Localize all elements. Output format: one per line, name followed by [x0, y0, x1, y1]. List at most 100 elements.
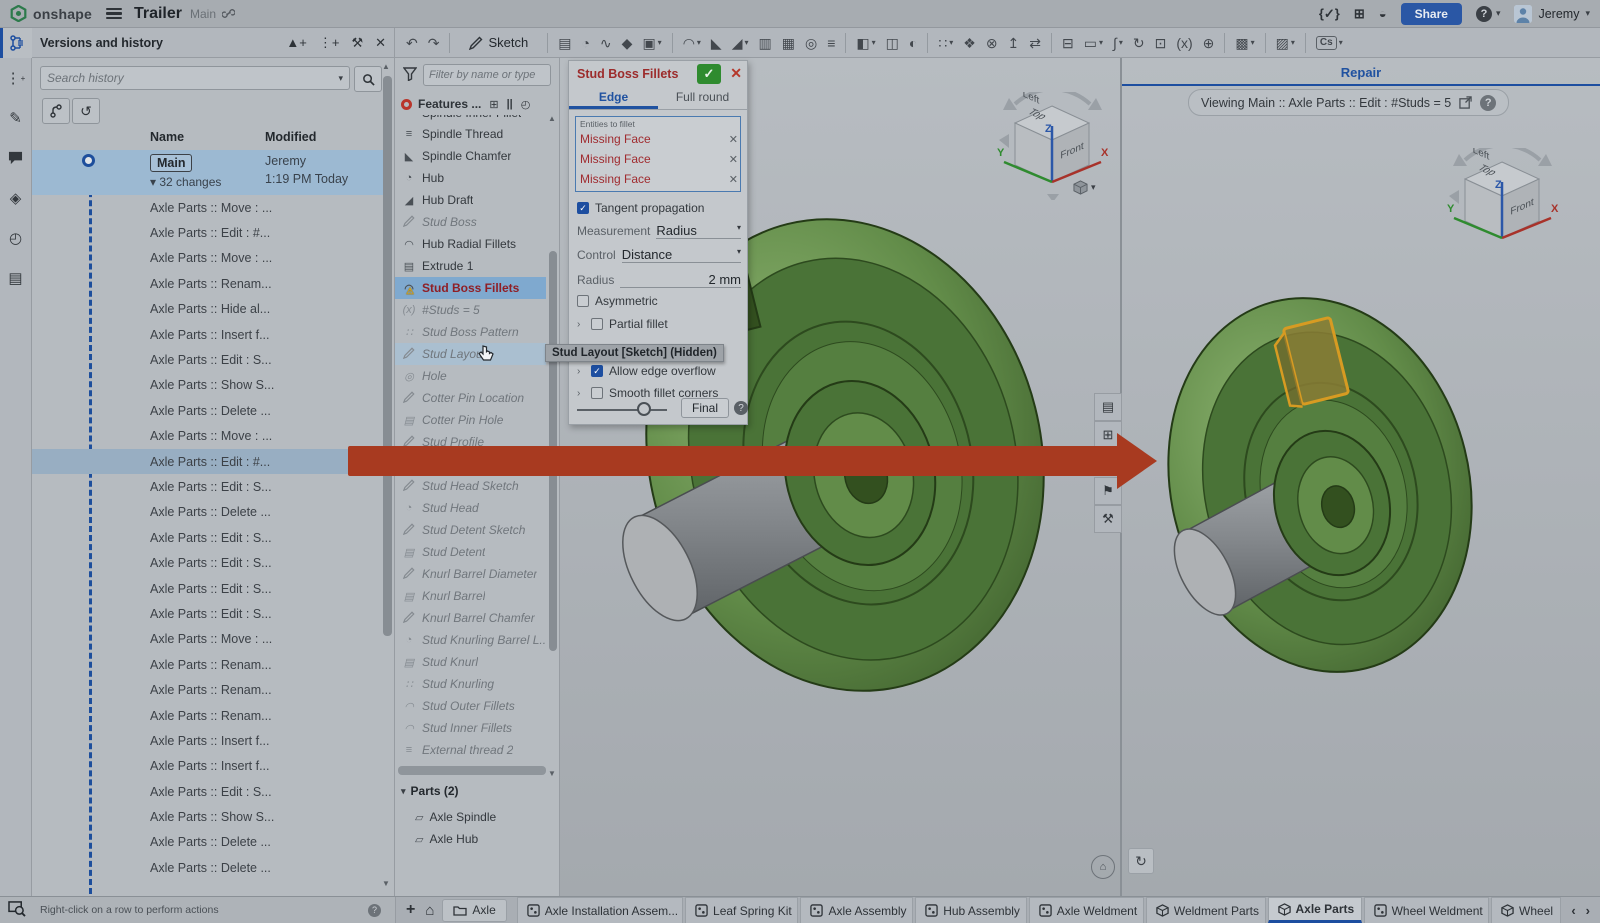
open-external-icon[interactable]	[1459, 96, 1472, 109]
rib-button[interactable]: ▥	[755, 34, 776, 52]
feature-item-knurl-barrel-diameter[interactable]: Knurl Barrel Diameter	[395, 563, 546, 585]
versions-rail-button-active[interactable]	[0, 28, 32, 58]
search-history-input[interactable]: Search history ▾	[40, 66, 350, 90]
feature-item-stud-boss-fillets[interactable]: ◠⚠Stud Boss Fillets	[395, 277, 546, 299]
partial-fillet-checkbox[interactable]: › Partial fillet	[577, 317, 668, 331]
create-branch-icon[interactable]: ⋮+	[319, 35, 340, 51]
measurement-dropdown[interactable]: Measurement Radius▾	[577, 223, 741, 239]
expand-icon[interactable]: ›	[577, 366, 585, 377]
version-history-row[interactable]: Axle Parts :: Renam...	[32, 677, 383, 702]
hole-button[interactable]: ◎	[801, 34, 821, 52]
view-options-button[interactable]: ▾	[1073, 180, 1096, 195]
tools-panel-button[interactable]: ⚒	[1094, 505, 1122, 533]
restore-toggle[interactable]: ↺	[72, 98, 100, 124]
expand-icon[interactable]: ›	[577, 388, 585, 399]
feature-item-stud-inner-fillets[interactable]: ◠Stud Inner Fillets	[395, 717, 546, 739]
rollback-timer-icon[interactable]: ◴	[521, 98, 531, 111]
feature-item-stud-layout[interactable]: Stud Layout	[395, 343, 546, 365]
share-button[interactable]: Share	[1401, 3, 1462, 25]
allow-edge-overflow-checkbox[interactable]: › ✓ Allow edge overflow	[577, 364, 716, 378]
document-tab-wheel[interactable]: Wheel	[1491, 897, 1561, 923]
workspace-branch-label[interactable]: Main	[190, 7, 216, 21]
version-history-row[interactable]: Axle Parts :: Insert f...	[32, 728, 383, 753]
help-icon[interactable]: ?	[734, 401, 748, 415]
parts-section-header[interactable]: ▾ Parts (2)	[401, 784, 459, 798]
document-tab-weldment-parts[interactable]: Weldment Parts	[1146, 897, 1266, 923]
version-history-row[interactable]: Axle Parts :: Insert f...	[32, 754, 383, 779]
import-button[interactable]: ⊡	[1151, 34, 1171, 52]
entities-to-fillet-box[interactable]: Entities to fillet Missing Face✕ Missing…	[575, 116, 741, 192]
custom-features-button[interactable]: Cs▾	[1312, 34, 1347, 52]
feature-item-spindle-thread[interactable]: ≡Spindle Thread	[395, 123, 546, 145]
version-history-row[interactable]: Axle Parts :: Move : ...	[32, 424, 383, 449]
feature-item-knurl-barrel[interactable]: ▤Knurl Barrel	[395, 585, 546, 607]
version-history-row[interactable]: Axle Parts :: Edit : S...	[32, 525, 383, 550]
feature-item-stud-knurling-barrel-l[interactable]: ◔Stud Knurling Barrel L...	[395, 629, 546, 651]
rollback-slider[interactable]	[577, 409, 667, 411]
expand-icon[interactable]: ›	[577, 319, 585, 330]
properties-table-icon[interactable]: ▤	[6, 268, 26, 288]
version-history-row[interactable]: Axle Parts :: Renam...	[32, 652, 383, 677]
circular-pattern-button[interactable]: ❖	[959, 34, 980, 52]
feature-item-hub-radial-fillets[interactable]: ◠Hub Radial Fillets	[395, 233, 546, 255]
feature-item-stud-head-sketch[interactable]: Stud Head Sketch	[395, 475, 546, 497]
rollback-slider-knob[interactable]	[637, 402, 651, 416]
manage-versions-icon[interactable]: ⚒	[351, 35, 363, 51]
draft-button[interactable]: ◢▾	[728, 34, 753, 52]
document-tab-wheel-weldment[interactable]: Wheel Weldment	[1364, 897, 1489, 923]
extrude-button[interactable]: ▤	[554, 34, 575, 52]
thread-button[interactable]: ≡	[823, 34, 839, 52]
feature-horizontal-scrollbar[interactable]	[398, 766, 546, 775]
scrollbar-thumb[interactable]	[383, 76, 392, 636]
share-link-icon[interactable]	[222, 7, 235, 20]
filter-icon[interactable]	[403, 67, 417, 81]
version-history-row[interactable]: Axle Parts :: Edit : S...	[32, 474, 383, 499]
accept-button[interactable]: ✓	[697, 64, 721, 84]
tangent-propagation-checkbox[interactable]: ✓ Tangent propagation	[577, 201, 704, 215]
version-history-row[interactable]: Axle Parts :: Edit : #...	[32, 449, 383, 474]
tab-edge[interactable]: Edge	[569, 87, 658, 109]
version-history-row[interactable]: Axle Parts :: Edit : S...	[32, 347, 383, 372]
cancel-button[interactable]: ✕	[730, 65, 742, 82]
main-menu-icon[interactable]	[106, 8, 122, 20]
release-management-icon[interactable]: ✎	[6, 108, 26, 128]
version-node-main[interactable]	[82, 154, 95, 167]
home-icon[interactable]: ⌂	[425, 902, 434, 919]
feature-item-cotter-pin-hole[interactable]: ▤Cotter Pin Hole	[395, 409, 546, 431]
asymmetric-checkbox[interactable]: Asymmetric	[577, 294, 658, 308]
parts-inspect-icon[interactable]: ◈	[6, 188, 26, 208]
shell-button[interactable]: ▦	[778, 34, 799, 52]
feature-item-stud-detent-sketch[interactable]: Stud Detent Sketch	[395, 519, 546, 541]
tab-repair[interactable]: Repair	[1122, 60, 1600, 85]
move-face-button[interactable]: ↥	[1004, 34, 1024, 52]
composite-curve-button[interactable]: ∫▾	[1109, 34, 1127, 52]
version-history-row[interactable]: Axle Parts :: Move : ...	[32, 246, 383, 271]
add-tab-button[interactable]: +	[406, 901, 415, 919]
chamfer-button[interactable]: ◣	[707, 34, 726, 52]
fillet-button[interactable]: ◠▾	[679, 34, 705, 52]
user-menu[interactable]: Jeremy ▾	[1514, 5, 1590, 23]
delete-face-button[interactable]: ⊗	[982, 34, 1002, 52]
version-history-row[interactable]: Axle Parts :: Hide al...	[32, 297, 383, 322]
feature-item-studs-5[interactable]: (x)#Studs = 5	[395, 299, 546, 321]
help-icon[interactable]: ?	[1480, 95, 1496, 111]
feature-item-stud-head[interactable]: ◔Stud Head	[395, 497, 546, 519]
feature-item-extrude-1[interactable]: ▤Extrude 1	[395, 255, 546, 277]
document-tab-leaf-spring-kit[interactable]: Leaf Spring Kit	[685, 897, 798, 923]
version-history-row[interactable]: Axle Parts :: Renam...	[32, 271, 383, 296]
feature-item-cotter-pin-location[interactable]: Cotter Pin Location	[395, 387, 546, 409]
appearance-panel-button[interactable]: ▤	[1094, 393, 1122, 421]
feature-item-hub[interactable]: ◔Hub	[395, 167, 546, 189]
feature-item-spindle-chamfer[interactable]: ◣Spindle Chamfer	[395, 145, 546, 167]
sketch-button[interactable]: Sketch	[461, 32, 536, 53]
scroll-up-icon[interactable]: ▲	[548, 114, 556, 123]
document-tab-axle-weldment[interactable]: Axle Weldment	[1029, 897, 1144, 923]
insert-feature-icon[interactable]: ⊞	[489, 98, 498, 111]
tabs-next-button[interactable]: ›	[1586, 903, 1590, 918]
entity-missing-face[interactable]: Missing Face✕	[580, 169, 738, 189]
document-tab-axle-installation-assem[interactable]: Axle Installation Assem...	[517, 897, 683, 923]
transform-button[interactable]: ▭▾	[1080, 34, 1107, 52]
tabs-prev-button[interactable]: ‹	[1571, 903, 1575, 918]
preview-magnifier-icon[interactable]	[8, 901, 26, 917]
split-part-button[interactable]: ⊟	[1058, 34, 1078, 52]
